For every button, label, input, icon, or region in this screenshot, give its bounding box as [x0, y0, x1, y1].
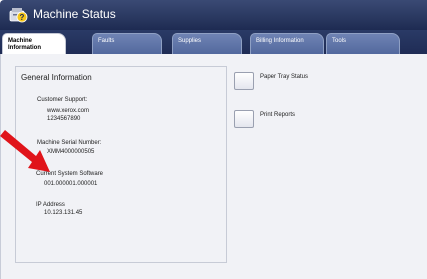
- tab-supplies[interactable]: Supplies: [172, 33, 242, 55]
- tab-billing-information[interactable]: Billing Information: [250, 33, 324, 55]
- tab-strip: Machine Information Faults Supplies Bill…: [0, 30, 427, 56]
- tab-label: Faults: [98, 38, 115, 44]
- red-arrow-icon: [0, 130, 50, 172]
- print-reports-button[interactable]: Print Reports: [234, 110, 295, 130]
- panel-title: General Information: [21, 73, 92, 82]
- tab-machine-information[interactable]: Machine Information: [2, 33, 66, 56]
- system-software-value: 001.000001.000001: [44, 181, 98, 187]
- customer-support-phone: 1234567890: [47, 116, 81, 122]
- ip-address-value: 10.123.131.45: [44, 210, 83, 216]
- serial-number-value: XMM4000000505: [47, 149, 95, 155]
- window-title: Machine Status: [33, 7, 116, 21]
- customer-support-website: www.xerox.com: [47, 108, 90, 114]
- machine-status-window: ? Machine Status Machine Information Fau…: [0, 0, 427, 279]
- print-reports-button-box[interactable]: [234, 110, 254, 128]
- tab-label: Tools: [332, 38, 347, 44]
- paper-tray-status-button[interactable]: Paper Tray Status: [234, 72, 308, 92]
- customer-support-label: Customer Support:: [37, 97, 88, 103]
- machine-status-icon: ?: [9, 8, 28, 23]
- title-bar: ? Machine Status: [0, 0, 427, 30]
- ip-address-label: IP Address: [36, 202, 65, 208]
- tab-label-line2: Information: [8, 45, 41, 51]
- tab-label: Supplies: [178, 38, 202, 44]
- tab-tools[interactable]: Tools: [326, 33, 400, 55]
- tab-label: Billing Information: [256, 38, 304, 44]
- tab-content-area: General Information Customer Support: ww…: [0, 54, 427, 279]
- print-reports-label: Print Reports: [260, 112, 296, 118]
- tab-faults[interactable]: Faults: [92, 33, 162, 55]
- tab-label-line1: Machine: [8, 38, 33, 44]
- paper-tray-status-button-box[interactable]: [234, 72, 254, 90]
- paper-tray-status-label: Paper Tray Status: [260, 74, 309, 80]
- svg-text:?: ?: [20, 13, 25, 22]
